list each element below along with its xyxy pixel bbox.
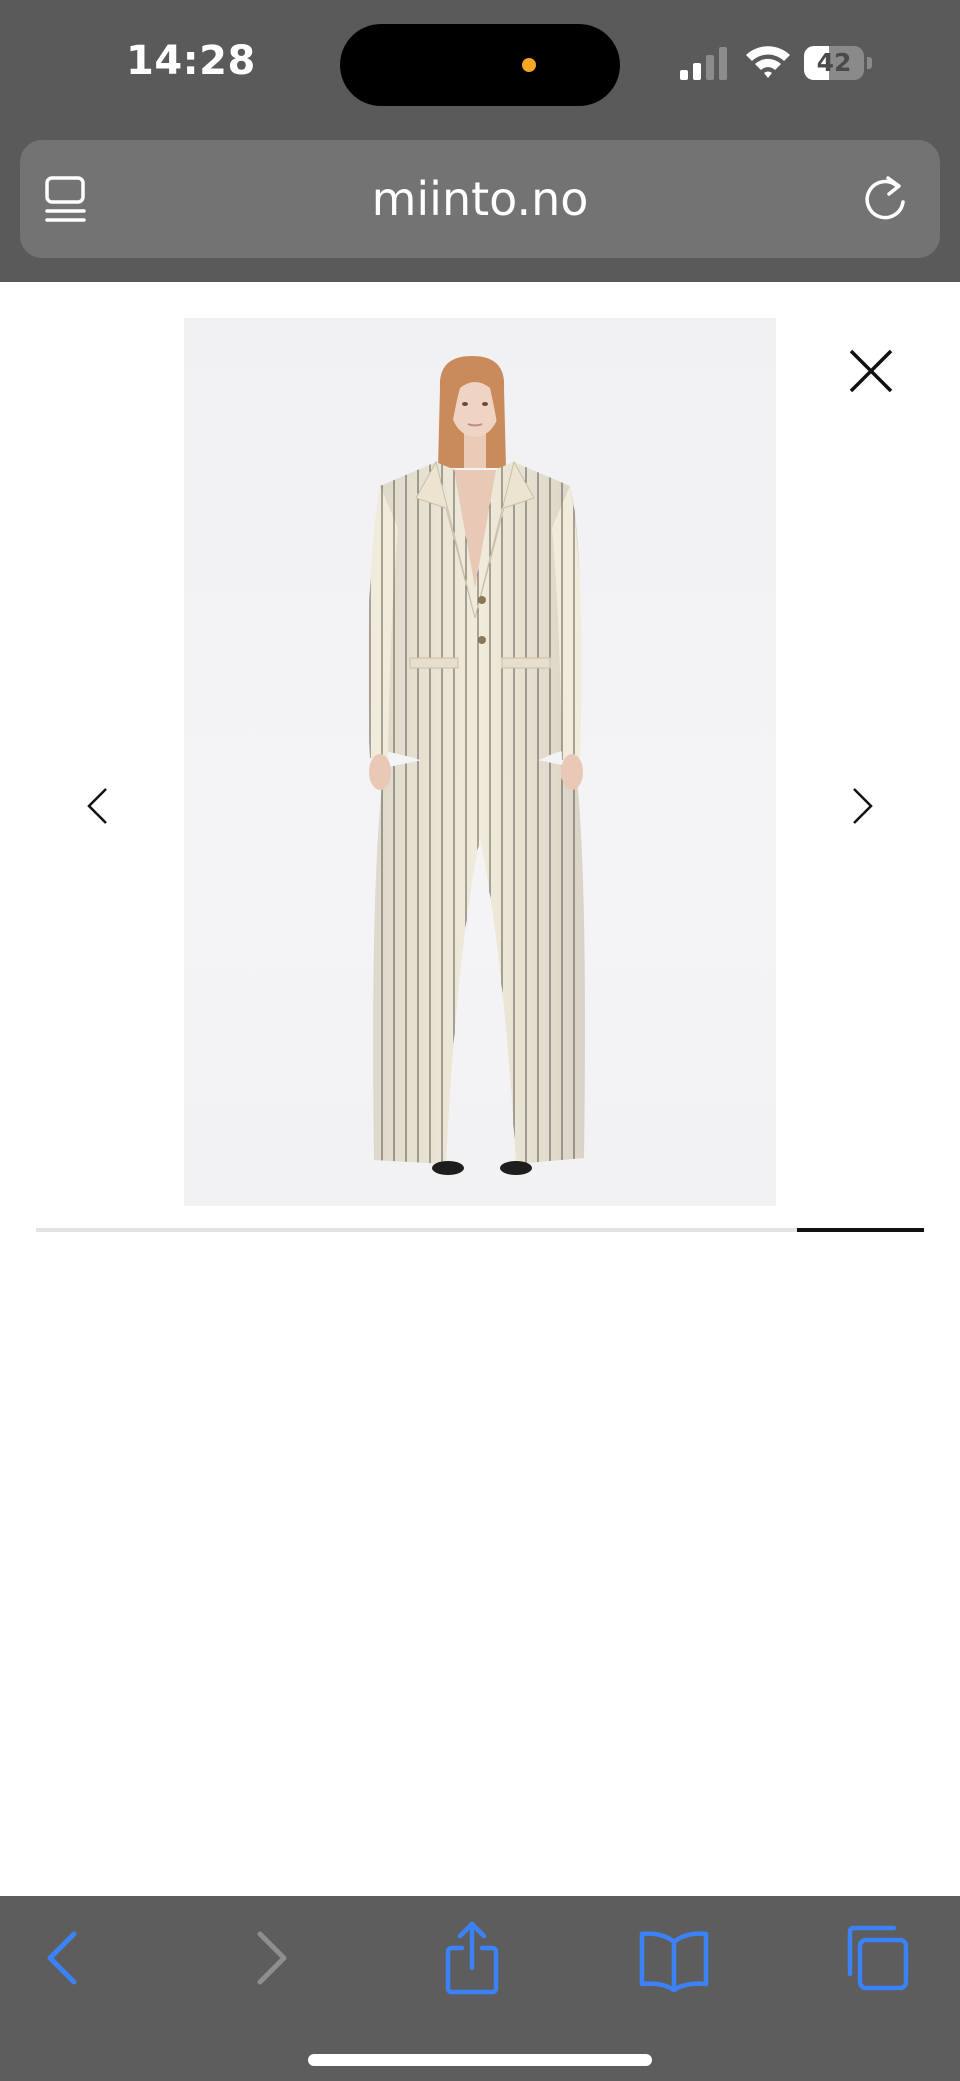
back-icon[interactable] [22,1918,102,1998]
close-icon[interactable] [848,348,894,394]
gallery-progress-track [36,1228,924,1232]
battery-icon: 42 [804,46,872,82]
tabs-icon[interactable] [836,1918,916,1998]
gallery-progress-indicator [797,1228,924,1232]
battery-level: 42 [816,48,852,77]
next-image-icon[interactable] [848,786,876,826]
reload-icon[interactable] [860,172,910,226]
product-image[interactable] [184,318,776,1206]
browser-chrome-top: 14:28 42 miinto.no [0,0,960,282]
bookmarks-icon[interactable] [634,1918,714,1998]
url-text[interactable]: miinto.no [20,140,940,258]
pinstripe-suit-photo [368,356,585,1175]
dynamic-island [340,24,620,106]
address-bar[interactable]: miinto.no [20,140,940,258]
share-icon[interactable] [432,1918,512,1998]
browser-toolbar [0,1896,960,2081]
privacy-indicator-dot [522,58,536,72]
home-indicator[interactable] [308,2054,652,2066]
screen: 14:28 42 miinto.no [0,0,960,2081]
wifi-icon [746,46,790,78]
forward-icon[interactable] [232,1918,312,1998]
status-time: 14:28 [126,38,256,84]
previous-image-icon[interactable] [84,786,112,826]
cellular-signal-icon [680,47,727,80]
